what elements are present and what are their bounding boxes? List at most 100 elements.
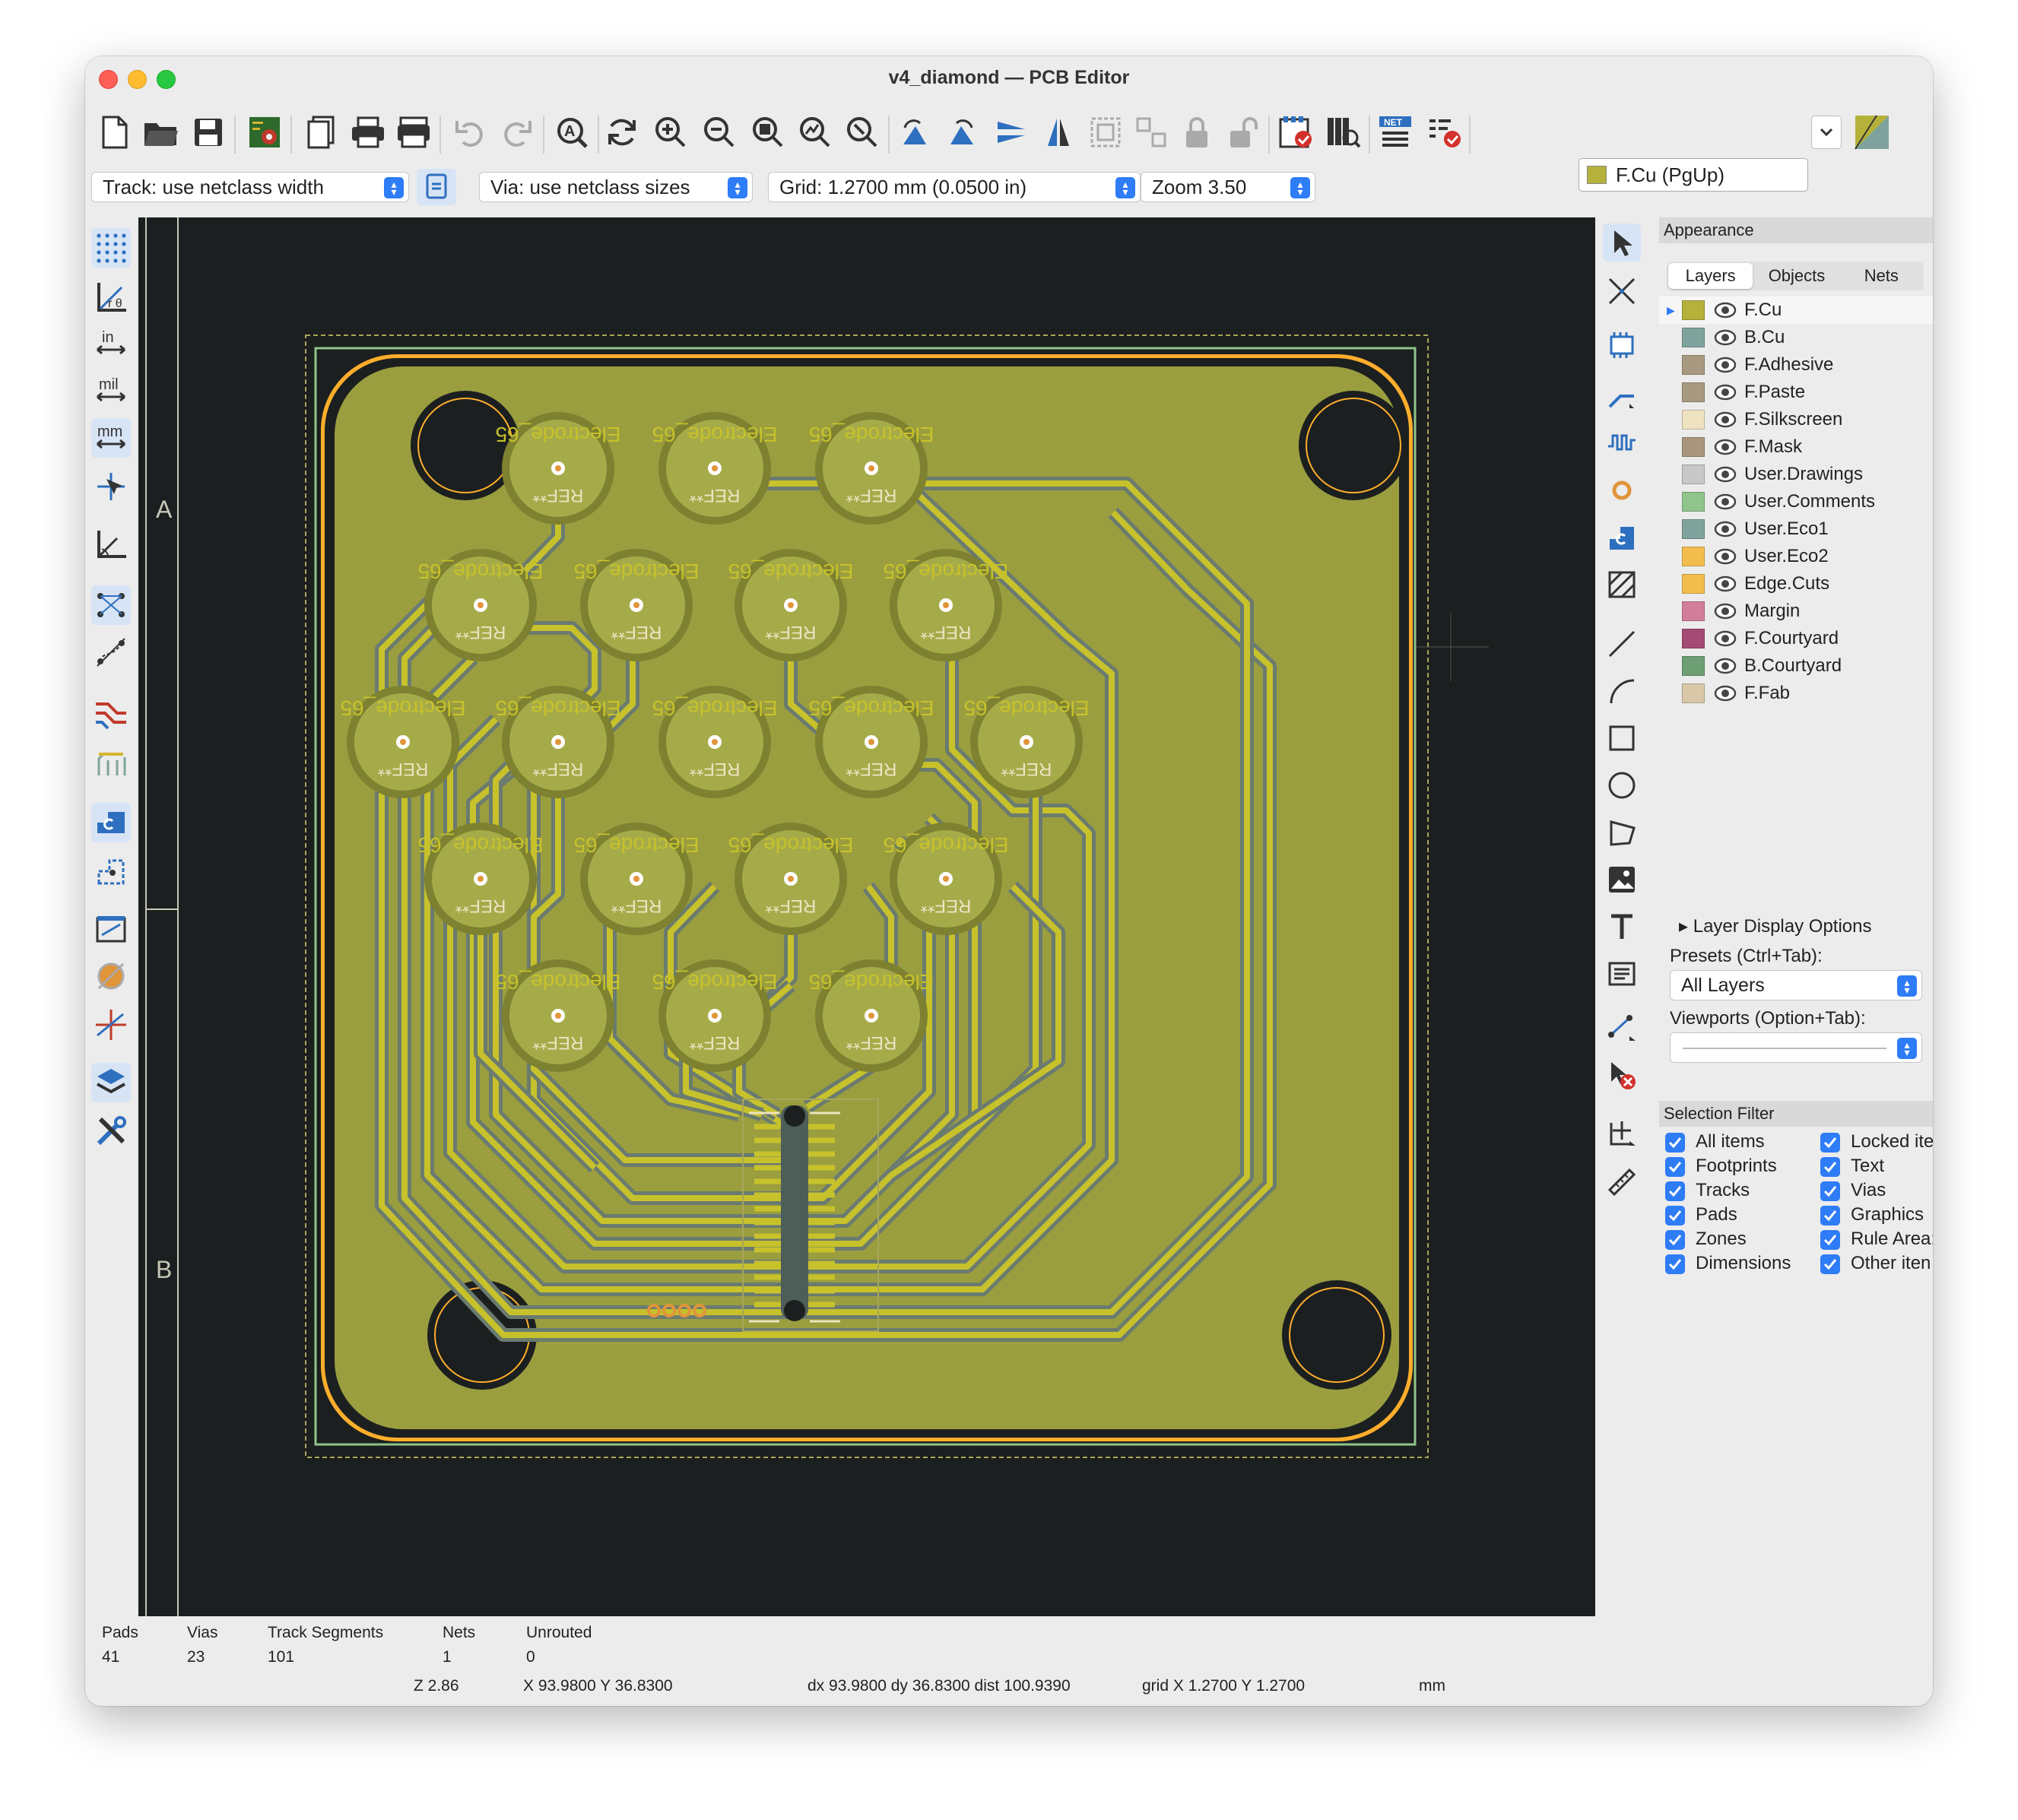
tools-icon[interactable] <box>91 1111 131 1151</box>
grid-select[interactable]: Grid: 1.2700 mm (0.0500 in) ▴ ▾ <box>768 172 1141 202</box>
add-via-icon[interactable] <box>1603 471 1641 509</box>
route-track-icon[interactable] <box>1603 377 1641 415</box>
visibility-eye-icon[interactable] <box>1714 466 1737 483</box>
layer-color-swatch[interactable] <box>1682 300 1705 320</box>
page-settings-icon[interactable] <box>301 113 341 152</box>
tune-length-icon[interactable] <box>1603 424 1641 462</box>
filter-checkbox[interactable] <box>1665 1157 1685 1177</box>
via-cross-icon[interactable] <box>91 1005 131 1045</box>
zoom-in-icon[interactable] <box>651 113 690 152</box>
plot-icon[interactable] <box>394 113 433 152</box>
layer-color-swatch[interactable] <box>1682 410 1705 430</box>
layer-row[interactable]: User.Drawings <box>1659 461 1933 488</box>
layer-row[interactable]: ▶ F.Cu <box>1659 296 1933 324</box>
visibility-eye-icon[interactable] <box>1714 630 1737 647</box>
cursor-crosshair-icon[interactable] <box>91 467 131 506</box>
ratsnest-icon[interactable] <box>91 585 131 625</box>
layer-row[interactable]: B.Cu <box>1659 324 1933 351</box>
layer-color-swatch[interactable] <box>1682 656 1705 676</box>
rotate-ccw-icon[interactable] <box>894 113 934 152</box>
footprint-editor-icon[interactable] <box>1276 113 1315 152</box>
filter-checkbox[interactable] <box>1665 1206 1685 1225</box>
viewports-dropdown[interactable]: ▴ ▾ <box>1670 1032 1922 1063</box>
layer-color-swatch[interactable] <box>1682 629 1705 648</box>
active-layer-select[interactable]: F.Cu (PgUp) <box>1579 158 1808 192</box>
visibility-eye-icon[interactable] <box>1714 658 1737 674</box>
visibility-eye-icon[interactable] <box>1714 357 1737 373</box>
layer-pair-icon[interactable] <box>1852 113 1892 152</box>
layer-color-swatch[interactable] <box>1682 574 1705 594</box>
layer-row[interactable]: F.Fab <box>1659 680 1933 707</box>
draw-arc-icon[interactable] <box>1603 672 1641 710</box>
layer-color-swatch[interactable] <box>1682 547 1705 566</box>
add-textbox-icon[interactable] <box>1603 955 1641 993</box>
layer-dropdown-chevron-icon[interactable] <box>1811 116 1842 149</box>
visibility-eye-icon[interactable] <box>1714 548 1737 565</box>
rule-area-icon[interactable] <box>1603 566 1641 604</box>
tab-nets[interactable]: Nets <box>1839 262 1924 290</box>
zoom-out-icon[interactable] <box>700 113 739 152</box>
add-zone-icon[interactable] <box>1603 518 1641 556</box>
find-icon[interactable]: A <box>552 113 592 152</box>
draw-polygon-icon[interactable] <box>1603 813 1641 851</box>
tab-layers[interactable]: Layers <box>1668 263 1753 289</box>
show-tracks-icon[interactable] <box>91 693 131 733</box>
filter-checkbox[interactable] <box>1820 1133 1840 1153</box>
zoom-select[interactable]: Zoom 3.50 ▴ ▾ <box>1141 172 1315 202</box>
grid-origin-icon[interactable] <box>91 525 131 564</box>
open-folder-icon[interactable] <box>141 113 181 152</box>
delete-tool-icon[interactable] <box>1603 1057 1641 1095</box>
lock-icon[interactable] <box>1177 113 1217 152</box>
local-ratsnest-icon[interactable] <box>1603 272 1641 310</box>
board-setup-icon[interactable] <box>245 113 284 152</box>
visibility-eye-icon[interactable] <box>1714 329 1737 346</box>
add-image-icon[interactable] <box>1603 861 1641 899</box>
filter-checkbox[interactable] <box>1665 1181 1685 1201</box>
layer-row[interactable]: F.Courtyard <box>1659 625 1933 652</box>
layer-color-swatch[interactable] <box>1682 355 1705 375</box>
zoom-fit-icon[interactable] <box>748 113 788 152</box>
layer-color-swatch[interactable] <box>1682 328 1705 347</box>
filter-checkbox[interactable] <box>1820 1254 1840 1274</box>
visibility-eye-icon[interactable] <box>1714 384 1737 401</box>
filter-checkbox[interactable] <box>1665 1133 1685 1153</box>
save-icon[interactable] <box>189 113 228 152</box>
visibility-eye-icon[interactable] <box>1714 411 1737 428</box>
print-icon[interactable] <box>348 113 388 152</box>
layer-row[interactable]: Edge.Cuts <box>1659 570 1933 598</box>
polar-coords-icon[interactable]: r θ <box>91 277 131 316</box>
filter-checkbox[interactable] <box>1820 1230 1840 1250</box>
layer-color-swatch[interactable] <box>1682 437 1705 457</box>
units-inches-icon[interactable]: in <box>91 324 131 363</box>
layer-row[interactable]: F.Adhesive <box>1659 351 1933 379</box>
set-origin-icon[interactable] <box>1603 1115 1641 1153</box>
units-mils-icon[interactable]: mil <box>91 371 131 411</box>
footprint-browser-icon[interactable] <box>1323 113 1363 152</box>
mirror-horizontal-icon[interactable] <box>1039 113 1078 152</box>
draw-rectangle-icon[interactable] <box>1603 719 1641 757</box>
select-arrow-icon[interactable] <box>1603 224 1641 262</box>
layer-row[interactable]: F.Mask <box>1659 433 1933 461</box>
visibility-eye-icon[interactable] <box>1714 439 1737 455</box>
presets-dropdown[interactable]: All Layers ▴ ▾ <box>1670 970 1922 1000</box>
filter-checkbox[interactable] <box>1820 1181 1840 1201</box>
draw-line-icon[interactable] <box>1603 625 1641 663</box>
visibility-eye-icon[interactable] <box>1714 493 1737 510</box>
visibility-eye-icon[interactable] <box>1714 603 1737 620</box>
draw-circle-icon[interactable] <box>1603 766 1641 804</box>
layer-color-swatch[interactable] <box>1682 465 1705 484</box>
grid-toggle-icon[interactable] <box>91 228 131 268</box>
via-display-icon[interactable] <box>91 956 131 996</box>
zoom-objects-icon[interactable] <box>795 113 835 152</box>
undo-icon[interactable] <box>450 113 490 152</box>
layer-row[interactable]: B.Courtyard <box>1659 652 1933 680</box>
layer-color-swatch[interactable] <box>1682 382 1705 402</box>
zoom-selection-icon[interactable] <box>842 113 882 152</box>
mirror-vertical-icon[interactable] <box>992 113 1031 152</box>
via-size-select[interactable]: Via: use netclass sizes ▴ ▾ <box>479 172 753 202</box>
layer-display-options-toggle[interactable]: ▸ Layer Display Options <box>1679 915 1872 937</box>
add-footprint-icon[interactable] <box>1603 325 1641 363</box>
visibility-eye-icon[interactable] <box>1714 521 1737 537</box>
layer-row[interactable]: F.Paste <box>1659 379 1933 406</box>
layer-color-swatch[interactable] <box>1682 492 1705 512</box>
